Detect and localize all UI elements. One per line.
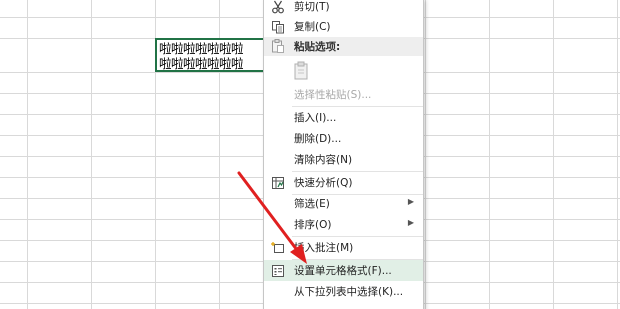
menu-item-copy[interactable]: 复制(C) — [264, 16, 423, 37]
menu-item-paste-special[interactable]: 选择性粘贴(S)... — [264, 84, 423, 105]
cell-text-line-2: 啦啦啦啦啦啦啦 — [159, 56, 244, 71]
menu-label-quick-analysis: 快速分析(Q) — [294, 177, 353, 189]
comment-icon — [270, 240, 286, 256]
context-menu: 剪切(T) 复制(C) 粘贴选项: 选择性粘贴(S)... 插入(I)... 删… — [263, 0, 424, 309]
menu-item-pick-from-list[interactable]: 从下拉列表中选择(K)... — [264, 281, 423, 302]
clipboard-icon — [270, 38, 286, 54]
paste-options-header: 粘贴选项: — [264, 37, 423, 56]
format-cells-icon — [270, 263, 286, 279]
menu-item-format-cells[interactable]: 设置单元格格式(F)... — [264, 260, 423, 281]
submenu-arrow-icon: ▶ — [407, 218, 414, 227]
menu-label-paste-special: 选择性粘贴(S)... — [294, 89, 372, 101]
menu-label-delete: 删除(D)... — [294, 133, 342, 145]
menu-label-cut: 剪切(T) — [294, 1, 330, 13]
menu-item-sort[interactable]: 排序(O) ▶ — [264, 214, 423, 235]
paste-options-label: 粘贴选项: — [294, 41, 341, 53]
menu-item-filter[interactable]: 筛选(E) ▶ — [264, 193, 423, 214]
menu-item-insert-comment[interactable]: 插入批注(M) — [264, 237, 423, 258]
menu-item-cut[interactable]: 剪切(T) — [264, 0, 423, 17]
menu-label-insert: 插入(I)... — [294, 112, 337, 124]
selected-cell[interactable]: 啦啦啦啦啦啦啦 啦啦啦啦啦啦啦 — [155, 38, 267, 72]
menu-label-pick-from-list: 从下拉列表中选择(K)... — [294, 286, 404, 298]
menu-label-filter: 筛选(E) — [294, 198, 330, 210]
scissors-icon — [270, 0, 286, 15]
menu-item-insert[interactable]: 插入(I)... — [264, 107, 423, 128]
paste-clipboard-icon — [294, 61, 308, 80]
menu-label-copy: 复制(C) — [294, 21, 331, 33]
quick-analysis-icon — [270, 175, 286, 191]
menu-label-clear-contents: 清除内容(N) — [294, 154, 353, 166]
menu-label-format-cells: 设置单元格格式(F)... — [294, 265, 392, 277]
menu-label-sort: 排序(O) — [294, 219, 332, 231]
menu-item-clear-contents[interactable]: 清除内容(N) — [264, 149, 423, 170]
submenu-arrow-icon: ▶ — [407, 197, 414, 206]
cell-text-line-1: 啦啦啦啦啦啦啦 — [159, 41, 244, 56]
menu-label-insert-comment: 插入批注(M) — [294, 242, 354, 254]
copy-icon — [270, 19, 286, 35]
menu-item-quick-analysis[interactable]: 快速分析(Q) — [264, 172, 423, 193]
menu-item-delete[interactable]: 删除(D)... — [264, 128, 423, 149]
paste-option-button[interactable] — [290, 59, 314, 83]
